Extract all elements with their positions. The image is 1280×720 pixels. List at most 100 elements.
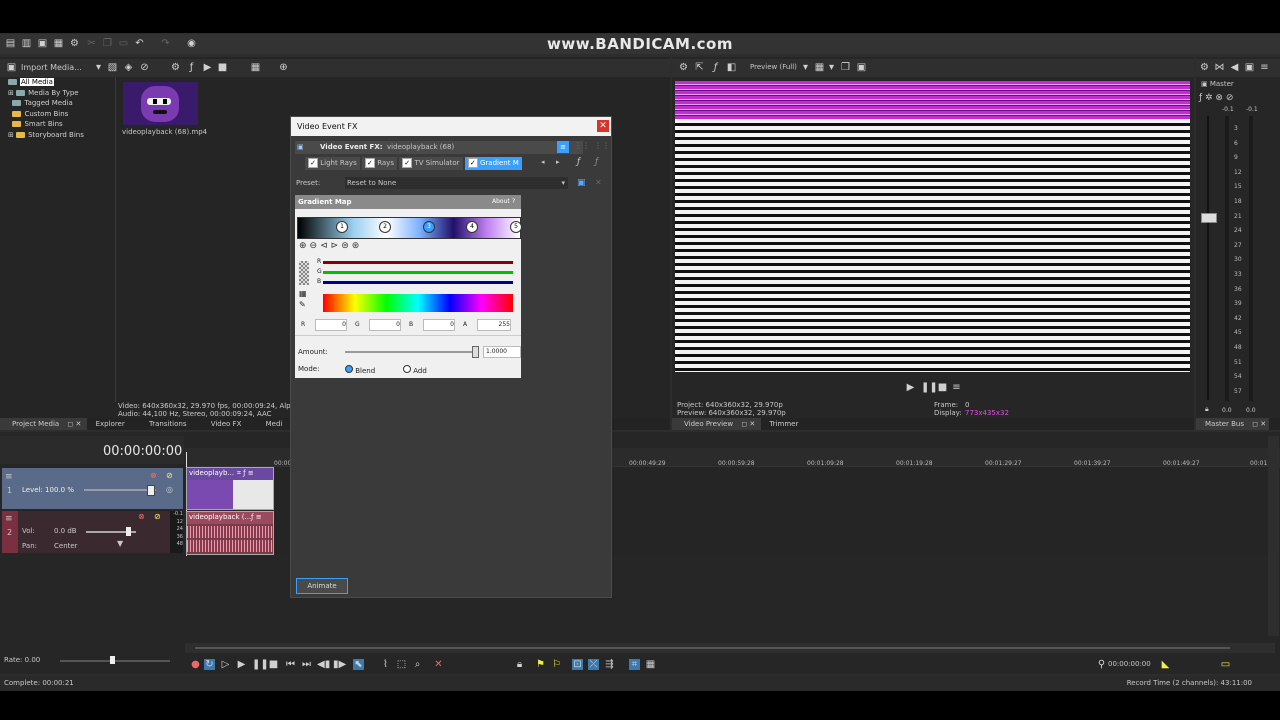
color-swatch[interactable] — [299, 261, 309, 285]
fx-chain-item-gradient-map[interactable]: ✓ Gradient M — [464, 157, 522, 170]
red-slider[interactable] — [323, 261, 513, 264]
mixer-gear-icon[interactable]: ⚙ — [1199, 62, 1210, 73]
record-icon[interactable]: ● — [190, 659, 201, 670]
tree-item-storyboard-bins[interactable]: ⊞ Storyboard Bins — [8, 130, 84, 141]
tree-item-tagged-media[interactable]: Tagged Media — [8, 98, 84, 109]
envelope-tool-icon[interactable]: ⌇ — [380, 659, 391, 670]
video-event-clip[interactable]: videoplayb... ⌗ ƒ ≡ — [186, 467, 274, 510]
tree-item-media-by-type[interactable]: ⊞ Media By Type — [8, 88, 84, 99]
mode-blend-radio[interactable]: Blend — [345, 365, 375, 375]
mode-add-radio[interactable]: Add — [403, 365, 427, 375]
event-pan-crop-icon[interactable]: ⌗ — [629, 659, 640, 670]
tab-video-preview[interactable]: Video Preview ◻ ✕ — [672, 418, 762, 430]
master-lock-icon[interactable]: 🔒︎ — [1205, 405, 1209, 414]
tab-video-fx[interactable]: Video FX — [205, 418, 248, 430]
tab-media-generators[interactable]: Medi — [260, 418, 289, 430]
go-to-end-icon[interactable]: ⏭ — [301, 659, 312, 670]
chain-scroll-right-icon[interactable]: ▸ — [556, 158, 560, 166]
r-input[interactable]: 0 — [315, 319, 347, 331]
mixer-downmix-icon[interactable]: ⋈ — [1214, 62, 1225, 73]
loop-icon[interactable]: ↻ — [204, 659, 215, 670]
compositing-icon[interactable]: ◎ — [166, 485, 173, 494]
mixer-menu-icon[interactable]: ≡ — [1259, 62, 1270, 73]
import-media-button[interactable]: Import Media... — [21, 63, 82, 72]
master-fx-icon[interactable]: ƒ ✲ ⊗ ⊘ — [1199, 93, 1233, 103]
about-link[interactable]: About — [492, 195, 510, 209]
preview-play-icon[interactable]: ▶ — [905, 382, 916, 393]
gradient-stop-3[interactable]: 3 — [423, 221, 435, 233]
rate-slider[interactable] — [60, 660, 170, 662]
distribute-icon[interactable]: ⊛ — [352, 241, 363, 251]
zoom-tool-icon[interactable]: ⌕ — [412, 659, 423, 670]
selection-tool-icon[interactable]: ⬚ — [396, 659, 407, 670]
fx-chain-grid-button[interactable]: ⋮⋮ — [574, 141, 590, 150]
tab-explorer[interactable]: Explorer — [90, 418, 131, 430]
amount-slider[interactable] — [345, 351, 479, 353]
play-icon[interactable]: ▶ — [236, 659, 247, 670]
get-media-icon[interactable]: ◈ — [123, 62, 134, 73]
fx-chain-item-rays[interactable]: ✓ Rays — [361, 157, 397, 170]
remove-unused-icon[interactable]: ⊘ — [139, 62, 150, 73]
play-preview-icon[interactable]: ▶ — [202, 62, 213, 73]
blue-slider[interactable] — [323, 281, 513, 284]
amount-input[interactable]: 1.0000 — [483, 346, 521, 358]
green-slider[interactable] — [323, 271, 513, 274]
zoom-icon[interactable]: ⊕ — [278, 62, 289, 73]
level-slider-handle[interactable] — [147, 485, 155, 496]
tree-item-all-media[interactable]: All Media — [8, 77, 84, 88]
stop-icon[interactable]: ■ — [268, 659, 279, 670]
gradient-stop-5[interactable]: 5 — [510, 221, 522, 233]
pause-icon[interactable]: ❚❚ — [252, 659, 269, 670]
timeline-vscroll[interactable] — [1268, 436, 1279, 636]
output-fx-icon[interactable]: ƒ — [710, 62, 721, 73]
external-monitor-icon[interactable]: ⇱ — [694, 62, 705, 73]
help-link[interactable]: ? — [512, 195, 515, 209]
reverse-icon[interactable]: ⊜ — [341, 241, 352, 251]
stop-preview-icon[interactable]: ■ — [217, 62, 228, 73]
tab-trimmer[interactable]: Trimmer — [763, 418, 804, 430]
amount-slider-handle[interactable] — [471, 346, 479, 358]
vol-slider-handle[interactable] — [126, 527, 131, 536]
preview-menu-icon[interactable]: ≡ — [951, 382, 962, 393]
eyedropper-icon[interactable]: ✎ — [299, 300, 306, 309]
overlays-icon[interactable]: ▦ — [814, 62, 825, 73]
delete-preset-icon[interactable]: ✕ — [595, 178, 602, 187]
fx-chain-item-light-rays[interactable]: ✓ Light Rays — [305, 157, 360, 170]
preview-quality-dropdown[interactable]: Preview (Full) — [750, 63, 797, 71]
next-frame-icon[interactable]: ▮▶ — [333, 659, 346, 670]
render-region-icon[interactable]: ▭ — [1220, 659, 1231, 670]
move-right-icon[interactable]: ⊳ — [331, 241, 342, 251]
pan-slider-handle[interactable]: ▼ — [117, 539, 123, 548]
preview-pause-icon[interactable]: ❚❚ — [921, 382, 938, 393]
animate-button[interactable]: Animate — [296, 578, 348, 594]
video-track-header[interactable]: ≡ 1 ⊗ ⊘ ◎ Level: 100.0 % — [2, 468, 183, 509]
gradient-stop-1[interactable]: 1 — [336, 221, 348, 233]
add-fx-icon[interactable]: ƒ — [577, 157, 580, 167]
preview-stop-icon[interactable]: ■ — [937, 382, 948, 393]
play-from-start-icon[interactable]: ▷ — [220, 659, 231, 670]
clip-menu-icon[interactable]: ƒ ≡ — [251, 513, 262, 521]
gradient-stop-4[interactable]: 4 — [466, 221, 478, 233]
gradient-stop-2[interactable]: 2 — [379, 221, 391, 233]
a-input[interactable]: 255 — [477, 319, 511, 331]
chevron-down-icon[interactable]: ▾ — [800, 62, 811, 73]
marker-icon[interactable]: ⚑ — [535, 659, 546, 670]
region-icon[interactable]: ⚐ — [551, 659, 562, 670]
tree-item-smart-bins[interactable]: Smart Bins — [8, 119, 84, 130]
close-button[interactable]: ✕ — [597, 120, 609, 132]
chain-scroll-left-icon[interactable]: ◂ — [541, 158, 545, 166]
mute-icon[interactable]: ⊗ — [138, 512, 145, 521]
media-properties-gear-icon[interactable]: ⚙ — [170, 62, 181, 73]
snapping-icon[interactable]: ⊡ — [572, 659, 583, 670]
preview-properties-gear-icon[interactable]: ⚙ — [678, 62, 689, 73]
rate-slider-handle[interactable] — [110, 656, 115, 664]
grid-icon[interactable]: ▦ — [645, 659, 656, 670]
hue-spectrum[interactable] — [323, 294, 513, 312]
views-icon[interactable]: ▦ — [250, 62, 261, 73]
loop-region-icon[interactable]: ◣ — [1160, 659, 1171, 670]
tree-item-custom-bins[interactable]: Custom Bins — [8, 109, 84, 120]
track-menu-icon[interactable]: ≡ — [5, 472, 13, 482]
gradient-bar[interactable]: 1 2 3 4 5 — [297, 217, 522, 239]
media-fx-icon[interactable]: ƒ — [186, 62, 197, 73]
save-snapshot-icon[interactable]: ▣ — [856, 62, 867, 73]
